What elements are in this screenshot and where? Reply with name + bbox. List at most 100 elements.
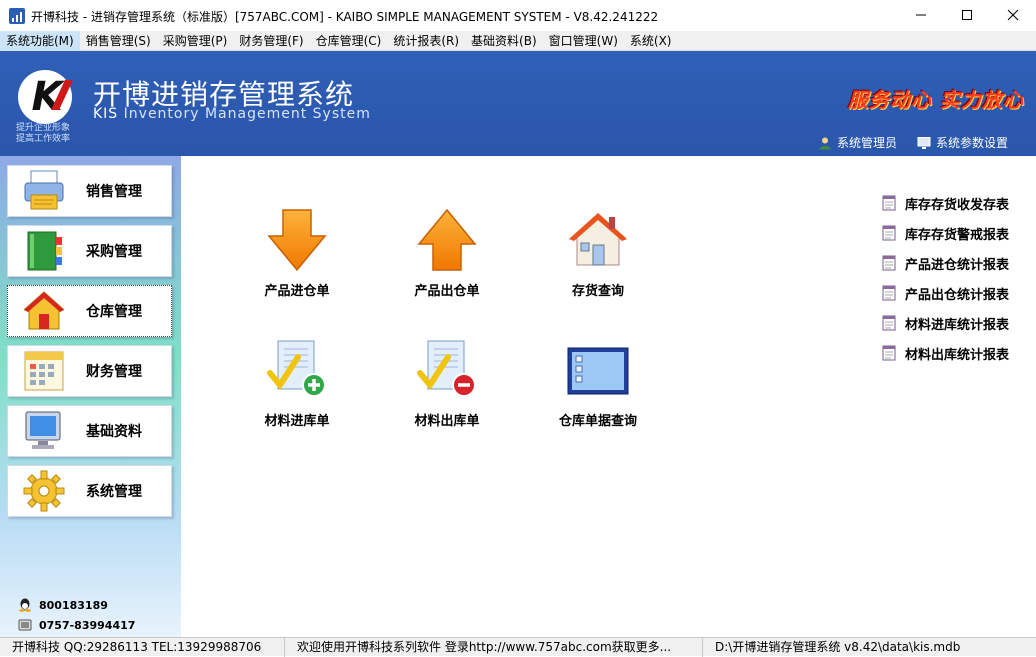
minimize-icon xyxy=(916,14,926,16)
app-subtitle-kis: KIS xyxy=(93,106,119,122)
tile-product-outbound[interactable]: 产品出仓单 xyxy=(387,208,507,299)
report-icon xyxy=(882,195,896,211)
monitor-icon xyxy=(22,409,66,453)
tile-inventory-query[interactable]: 存货查询 xyxy=(538,208,658,299)
tile-material-outbound[interactable]: 材料出库单 xyxy=(387,338,507,429)
phone-number: 0757-83994417 xyxy=(39,618,136,632)
app-icon xyxy=(9,8,25,24)
menu-system-functions[interactable]: 系统功能(M) xyxy=(0,30,80,51)
main-panel: 产品进仓单 产品出仓单 存货查询 材料进库单 材料出库单 仓库单据查询 库存存货 xyxy=(181,156,1036,637)
tile-label: 产品出仓单 xyxy=(414,284,480,299)
status-bar: 开博科技 QQ:29286113 TEL:13929988706 欢迎使用开博科… xyxy=(0,637,1036,657)
tile-label: 产品进仓单 xyxy=(264,284,330,299)
sidebar-item-purchase[interactable]: 采购管理 xyxy=(7,225,172,277)
report-list: 库存存货收发存表 库存存货警戒报表 产品进仓统计报表 产品出仓统计报表 材料进库… xyxy=(882,188,1009,368)
report-inventory-alert[interactable]: 库存存货警戒报表 xyxy=(882,218,1009,248)
report-label: 产品出仓统计报表 xyxy=(904,287,1009,303)
slogan-line-2: 提高工作效率 xyxy=(16,134,71,144)
list-window-icon xyxy=(566,338,630,402)
maximize-button[interactable] xyxy=(944,0,990,30)
qq-icon xyxy=(19,598,31,612)
arrow-up-icon xyxy=(415,208,479,272)
menu-purchase[interactable]: 采购管理(P) xyxy=(157,31,234,51)
doc-check-remove-icon xyxy=(415,338,479,402)
tile-label: 仓库单据查询 xyxy=(558,414,637,429)
report-label: 材料出库统计报表 xyxy=(904,347,1009,363)
doc-check-add-icon xyxy=(265,338,329,402)
book-icon xyxy=(22,229,66,273)
status-welcome: 欢迎使用开博科技系列软件 登录http://www.757abc.com获取更多… xyxy=(285,637,703,657)
sidebar-item-finance[interactable]: 财务管理 xyxy=(7,345,172,397)
sidebar-item-label: 销售管理 xyxy=(86,184,142,200)
arrow-down-icon xyxy=(265,208,329,272)
menu-reports[interactable]: 统计报表(R) xyxy=(387,31,465,51)
tile-product-inbound[interactable]: 产品进仓单 xyxy=(237,208,357,299)
company-logo: K xyxy=(18,70,73,124)
gear-icon xyxy=(22,469,66,513)
app-subtitle-rest: Inventory Management System xyxy=(118,106,371,122)
status-company: 开博科技 QQ:29286113 TEL:13929988706 xyxy=(0,637,285,657)
user-icon xyxy=(819,137,831,149)
sidebar-item-basic-data[interactable]: 基础资料 xyxy=(7,405,172,457)
menu-warehouse[interactable]: 仓库管理(C) xyxy=(310,31,388,51)
sidebar: 销售管理 采购管理 仓库管理 财务管理 基础资料 系统管理 800183189 xyxy=(0,156,181,637)
report-icon xyxy=(882,255,896,271)
motto: 服务动心 实力放心 xyxy=(848,88,1024,112)
report-inventory-flow[interactable]: 库存存货收发存表 xyxy=(882,188,1009,218)
system-settings-link[interactable]: 系统参数设置 xyxy=(917,134,1008,151)
menu-sales[interactable]: 销售管理(S) xyxy=(80,31,157,51)
report-material-inbound-stats[interactable]: 材料进库统计报表 xyxy=(882,308,1009,338)
sidebar-item-label: 仓库管理 xyxy=(86,304,142,320)
sidebar-item-warehouse[interactable]: 仓库管理 xyxy=(7,285,172,337)
house-icon xyxy=(22,289,66,333)
report-label: 产品进仓统计报表 xyxy=(904,257,1009,273)
sidebar-item-sales[interactable]: 销售管理 xyxy=(7,165,172,217)
report-icon xyxy=(882,225,896,241)
monitor-icon xyxy=(917,136,931,149)
menu-window[interactable]: 窗口管理(W) xyxy=(543,31,624,51)
report-label: 库存存货警戒报表 xyxy=(904,227,1009,243)
tile-warehouse-doc-query[interactable]: 仓库单据查询 xyxy=(538,338,658,429)
close-icon xyxy=(1007,9,1019,21)
window-title: 开博科技 - 进销存管理系统（标准版）[757ABC.COM] - KAIBO … xyxy=(31,9,659,24)
sidebar-item-label: 系统管理 xyxy=(86,484,142,500)
report-label: 材料进库统计报表 xyxy=(904,317,1009,333)
status-db-path: D:\开博进销存管理系统 v8.42\data\kis.mdb xyxy=(715,639,961,654)
phone-icon xyxy=(18,619,32,631)
report-icon xyxy=(882,315,896,331)
report-icon xyxy=(882,285,896,301)
title-bar: 开博科技 - 进销存管理系统（标准版）[757ABC.COM] - KAIBO … xyxy=(0,0,1036,32)
printer-icon xyxy=(22,169,66,213)
tile-label: 材料进库单 xyxy=(264,414,330,429)
current-user-label: 系统管理员 xyxy=(836,136,897,150)
sidebar-item-system[interactable]: 系统管理 xyxy=(7,465,172,517)
tile-material-inbound[interactable]: 材料进库单 xyxy=(237,338,357,429)
sidebar-item-label: 财务管理 xyxy=(86,364,142,380)
report-product-outbound-stats[interactable]: 产品出仓统计报表 xyxy=(882,278,1009,308)
menu-finance[interactable]: 财务管理(F) xyxy=(233,31,309,51)
report-material-outbound-stats[interactable]: 材料出库统计报表 xyxy=(882,338,1009,368)
system-settings-label: 系统参数设置 xyxy=(935,136,1008,150)
report-product-inbound-stats[interactable]: 产品进仓统计报表 xyxy=(882,248,1009,278)
house-icon xyxy=(566,208,630,272)
qq-contact: 800183189 xyxy=(18,598,108,612)
app-subtitle: KIS Inventory Management System xyxy=(93,106,371,122)
tile-label: 存货查询 xyxy=(571,284,624,299)
menu-system[interactable]: 系统(X) xyxy=(624,31,678,51)
close-button[interactable] xyxy=(990,0,1036,30)
logo-slogan: 提升企业形象 提高工作效率 xyxy=(16,123,96,145)
header-banner: K 提升企业形象 提高工作效率 开博进销存管理系统 KIS Inventory … xyxy=(0,51,1036,156)
logo-letter: K xyxy=(31,74,63,120)
menu-basic-data[interactable]: 基础资料(B) xyxy=(465,31,543,51)
menu-bar: 系统功能(M) 销售管理(S) 采购管理(P) 财务管理(F) 仓库管理(C) … xyxy=(0,30,1036,51)
sidebar-item-label: 基础资料 xyxy=(86,424,142,440)
report-label: 库存存货收发存表 xyxy=(904,197,1009,213)
slogan-line-1: 提升企业形象 xyxy=(16,123,71,133)
qq-number: 800183189 xyxy=(39,598,108,612)
calendar-icon xyxy=(22,349,66,393)
sidebar-item-label: 采购管理 xyxy=(86,244,142,260)
current-user-link[interactable]: 系统管理员 xyxy=(818,134,897,151)
maximize-icon xyxy=(962,10,972,20)
phone-contact: 0757-83994417 xyxy=(18,618,135,632)
minimize-button[interactable] xyxy=(898,0,944,30)
